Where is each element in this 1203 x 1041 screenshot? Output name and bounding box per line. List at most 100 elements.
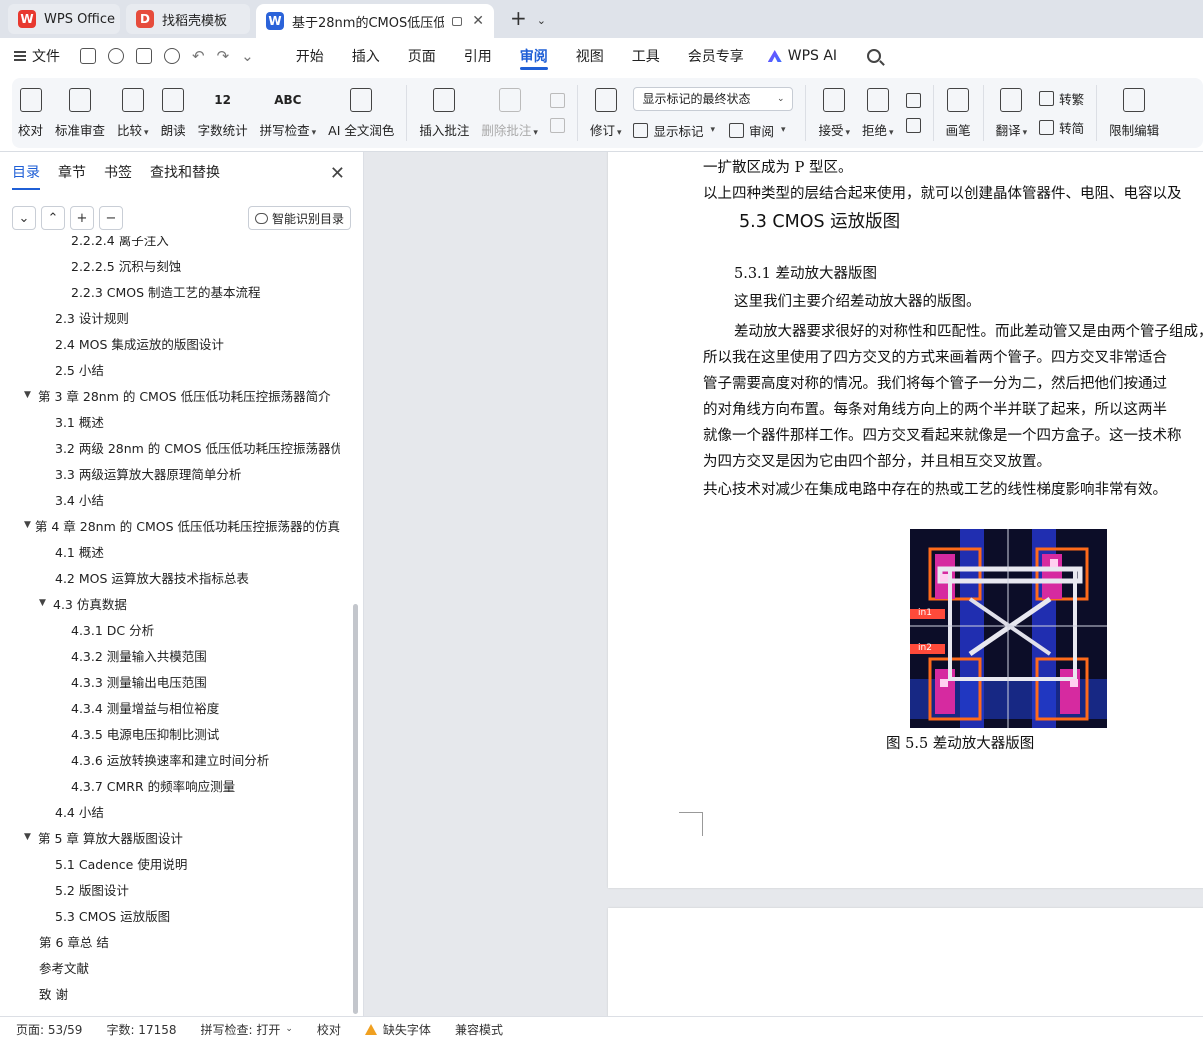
save-icon[interactable] [80, 48, 96, 64]
previous-comment-icon[interactable] [549, 93, 565, 108]
expand-arrow-icon[interactable]: ▼ [39, 598, 53, 608]
menu-insert[interactable]: 插入 [338, 38, 394, 74]
toc-item[interactable]: 3.2 两级 28nm 的 CMOS 低压低功耗压控振荡器优 ... [55, 434, 340, 460]
undo-icon[interactable]: ↶ [192, 47, 205, 65]
chevron-down-icon[interactable]: ⌄ [537, 14, 546, 27]
toc-chapter-item[interactable]: ▼ 第 5 章 算放大器版图设计 [24, 824, 183, 850]
toc-item[interactable]: 4.3.7 CMRR 的频率响应测量 [71, 772, 235, 798]
standard-review-button[interactable]: 标准审查 [49, 80, 111, 146]
menu-tools[interactable]: 工具 [618, 38, 674, 74]
smart-toc-button[interactable]: 智能识别目录 [247, 206, 351, 230]
tab-template[interactable]: D 找稻壳模板 [126, 4, 250, 34]
redo-icon[interactable]: ↷ [217, 47, 230, 65]
menu-reference[interactable]: 引用 [450, 38, 506, 74]
toc-item[interactable]: 4.1 概述 [55, 538, 104, 564]
monitor-icon[interactable] [451, 16, 463, 26]
toc-item[interactable]: 4.3.4 测量增益与相位裕度 [71, 694, 219, 720]
toc-item[interactable]: 3.3 两级运算放大器原理简单分析 [55, 460, 241, 486]
menu-view[interactable]: 视图 [562, 38, 618, 74]
page-indicator[interactable]: 页面: 53/59 [16, 1021, 94, 1038]
expand-arrow-icon[interactable]: ▼ [24, 832, 38, 842]
close-icon[interactable]: ✕ [330, 163, 345, 184]
menu-member[interactable]: 会员专享 [674, 38, 758, 74]
insert-comment-button[interactable]: 插入批注 [413, 80, 475, 146]
toc-chapter-item[interactable]: 第 6 章总 结 [39, 928, 109, 954]
word-count-button[interactable]: 12 字数统计 [192, 80, 254, 146]
read-aloud-button[interactable]: 朗读 [155, 80, 192, 146]
nav-tab-chapters[interactable]: 章节 [58, 162, 86, 190]
document-page[interactable] [608, 908, 1203, 1016]
track-changes-button[interactable]: 修订 ▾ [584, 80, 628, 146]
toc-item[interactable]: 4.3.5 电源电压抑制比测试 [71, 720, 219, 746]
pen-button[interactable]: 画笔 [940, 80, 977, 146]
reject-button[interactable]: 拒绝 ▾ [856, 80, 900, 146]
toc-item[interactable]: 2.3 设计规则 [55, 304, 129, 330]
toc-item[interactable]: 5.3 CMOS 运放版图 [55, 902, 170, 928]
next-change-icon[interactable] [905, 118, 921, 133]
menu-start[interactable]: 开始 [282, 38, 338, 74]
document-area[interactable]: 一扩散区成为 P 型区。 以上四种类型的层结合起来使用，就可以创建晶体管器件、电… [364, 152, 1203, 1016]
restrict-edit-button[interactable]: 限制编辑 [1103, 80, 1165, 146]
toc-item[interactable]: 2.4 MOS 集成运放的版图设计 [55, 330, 224, 356]
toc-chapter-item[interactable]: ▼ 第 3 章 28nm 的 CMOS 低压低功耗压控振荡器简介 [24, 382, 331, 408]
next-comment-icon[interactable] [549, 118, 565, 133]
add-heading-button[interactable]: + [70, 206, 94, 230]
toc-item[interactable]: 4.2 MOS 运算放大器技术指标总表 [55, 564, 249, 590]
toc-chapter-item[interactable]: 参考文献 [39, 954, 89, 980]
spell-check-status[interactable]: 拼写检查: 打开 ⌄ [189, 1021, 305, 1038]
toc-item[interactable]: 4.3.1 DC 分析 [71, 616, 154, 642]
expand-arrow-icon[interactable]: ▼ [24, 520, 35, 530]
missing-font-status[interactable]: 缺失字体 [353, 1021, 443, 1038]
search-icon[interactable] [867, 49, 882, 63]
review-pane-button[interactable]: 审阅 ▾ [729, 121, 786, 140]
wps-ai-button[interactable]: WPS AI [767, 48, 837, 64]
tab-wps-office[interactable]: W WPS Office [8, 4, 120, 34]
quick-access-more-icon[interactable]: ⌄ [241, 47, 254, 65]
toc-item[interactable]: 2.2.2.4 离子注入 [71, 236, 169, 252]
toc-item[interactable]: 3.1 概述 [55, 408, 104, 434]
print-preview-icon[interactable] [164, 48, 180, 64]
translate-button[interactable]: 翻译 ▾ [990, 80, 1034, 146]
close-tab-icon[interactable]: ✕ [472, 13, 484, 29]
toc-chapter-item[interactable]: 致 谢 [39, 980, 68, 1006]
toc-item[interactable]: 2.2.2.5 沉积与刻蚀 [71, 252, 181, 278]
compare-button[interactable]: 比较 ▾ [111, 80, 155, 146]
toc-item[interactable]: 3.4 小结 [55, 486, 104, 512]
menu-page[interactable]: 页面 [394, 38, 450, 74]
nav-tab-find-replace[interactable]: 查找和替换 [150, 162, 220, 190]
new-tab-icon[interactable]: + [510, 6, 527, 30]
toc-item[interactable]: 2.5 小结 [55, 356, 104, 382]
expand-down-button[interactable]: ⌄ [12, 206, 36, 230]
collapse-up-button[interactable]: ⌃ [41, 206, 65, 230]
word-count-indicator[interactable]: 字数: 17158 [94, 1021, 188, 1038]
tab-document[interactable]: W 基于28nm的CMOS低压低功耗 ✕ [256, 4, 494, 38]
show-markup-button[interactable]: 显示标记 ▾ [633, 121, 715, 140]
toc-item[interactable]: ▼ 4.3 仿真数据 [39, 590, 127, 616]
to-traditional-button[interactable]: 转繁 [1039, 89, 1084, 108]
proofread-button[interactable]: 校对 [12, 80, 49, 146]
expand-arrow-icon[interactable]: ▼ [24, 390, 38, 400]
spell-check-button[interactable]: ABC 拼写检查 ▾ [254, 80, 323, 146]
delete-comment-button[interactable]: 删除批注 ▾ [475, 80, 544, 146]
to-simplified-button[interactable]: 转简 [1039, 118, 1084, 137]
toc-item[interactable]: 4.3.3 测量输出电压范围 [71, 668, 207, 694]
markup-mode-select[interactable]: 显示标记的最终状态 ⌄ [633, 86, 794, 111]
toc-item[interactable]: 4.3.2 测量输入共模范围 [71, 642, 207, 668]
nav-tab-bookmarks[interactable]: 书签 [104, 162, 132, 190]
file-menu[interactable]: 文件 [14, 46, 60, 66]
print-icon[interactable] [136, 48, 152, 64]
toc-item[interactable]: 5.1 Cadence 使用说明 [55, 850, 187, 876]
previous-change-icon[interactable] [905, 93, 921, 108]
toc-item[interactable]: 2.2.3 CMOS 制造工艺的基本流程 [71, 278, 261, 304]
toc-chapter-item[interactable]: ▼ 第 4 章 28nm 的 CMOS 低压低功耗压控振荡器的仿真 [24, 512, 340, 538]
menu-review[interactable]: 审阅 [506, 38, 562, 74]
format-painter-icon[interactable] [108, 48, 124, 64]
toc-item[interactable]: 4.3.6 运放转换速率和建立时间分析 [71, 746, 269, 772]
toc-item[interactable]: 5.2 版图设计 [55, 876, 129, 902]
document-page[interactable]: 一扩散区成为 P 型区。 以上四种类型的层结合起来使用，就可以创建晶体管器件、电… [608, 152, 1203, 888]
nav-tab-toc[interactable]: 目录 [12, 162, 40, 190]
toc-item[interactable]: 4.4 小结 [55, 798, 104, 824]
ai-polish-button[interactable]: AI 全文润色 [322, 80, 400, 146]
toc-scrollbar[interactable] [353, 604, 358, 1014]
layout-figure[interactable]: in1 in2 [910, 529, 1107, 728]
